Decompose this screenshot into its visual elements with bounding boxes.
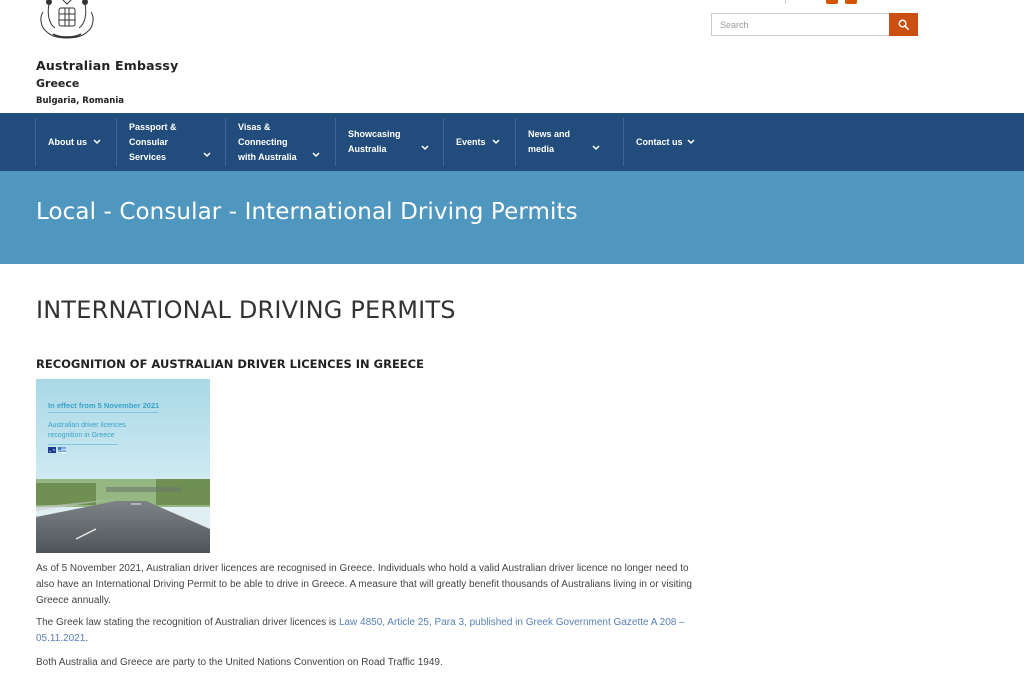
org-also-accredited: Bulgaria, Romania [36, 96, 124, 106]
org-name: Australian Embassy [36, 58, 179, 73]
nav-item-label: Contact us [636, 136, 683, 147]
nav-item-passport-consular[interactable]: Passport & Consular Services [116, 118, 225, 166]
nav-item-news-media[interactable]: News and media [515, 118, 623, 166]
recognition-poster-image: In effect from 5 November 2021 Australia… [36, 379, 210, 553]
chevron-down-icon [592, 145, 600, 151]
main-nav: About us Passport & Consular Services Vi… [0, 113, 1024, 171]
chevron-down-icon [687, 139, 695, 145]
site-header: Australian Embassy Greece Bulgaria, Roma… [0, 0, 1024, 113]
nav-item-label: News and media [528, 129, 571, 154]
search-input[interactable] [711, 13, 889, 36]
search-icon [898, 19, 909, 30]
top-divider [785, 0, 786, 4]
australian-flag-icon [48, 447, 56, 453]
page-title: INTERNATIONAL DRIVING PERMITS [36, 296, 456, 324]
banner-title: Local - Consular - International Driving… [36, 199, 578, 225]
nav-item-label: Passport & Consular Services [129, 121, 177, 162]
org-identity[interactable]: Australian Embassy Greece Bulgaria, Roma… [36, 58, 178, 106]
nav-item-label: Visas & Connecting with Australia [238, 121, 297, 162]
chevron-down-icon [93, 139, 101, 145]
paragraph-law: The Greek law stating the recognition of… [36, 615, 696, 647]
section-heading: RECOGNITION OF AUSTRALIAN DRIVER LICENCE… [36, 357, 424, 371]
chevron-down-icon [312, 152, 320, 158]
nav-item-about-us[interactable]: About us [35, 118, 116, 166]
org-country: Greece [36, 77, 80, 90]
poster-flags [48, 447, 66, 453]
paragraph-law-text: The Greek law stating the recognition of… [36, 617, 339, 628]
poster-effective-date: In effect from 5 November 2021 [48, 401, 160, 410]
chevron-down-icon [492, 139, 500, 145]
top-tool-button[interactable] [845, 0, 857, 4]
greek-flag-icon [58, 447, 66, 453]
coat-of-arms-icon[interactable] [35, 0, 99, 42]
nav-item-visas[interactable]: Visas & Connecting with Australia [225, 118, 335, 166]
nav-item-label: Events [456, 136, 486, 147]
nav-item-label: About us [48, 136, 87, 147]
chevron-down-icon [203, 152, 211, 158]
paragraph-law-end: . [85, 633, 89, 644]
nav-item-contact-us[interactable]: Contact us [623, 118, 707, 166]
top-tool-button[interactable] [826, 0, 838, 4]
nav-item-events[interactable]: Events [443, 118, 515, 166]
nav-item-label: Showcasing Australia [348, 129, 401, 154]
poster-divider [48, 444, 118, 445]
paragraph-recognition: As of 5 November 2021, Australian driver… [36, 563, 692, 606]
page-banner: Local - Consular - International Driving… [0, 171, 1024, 264]
poster-caption: Australian driver licences recognition i… [48, 422, 126, 439]
chevron-down-icon [421, 145, 429, 151]
search-button[interactable] [889, 13, 918, 36]
paragraph-convention: Both Australia and Greece are party to t… [36, 657, 443, 668]
poster-divider [48, 412, 158, 413]
search-bar [711, 13, 918, 36]
nav-item-showcasing[interactable]: Showcasing Australia [335, 118, 443, 166]
